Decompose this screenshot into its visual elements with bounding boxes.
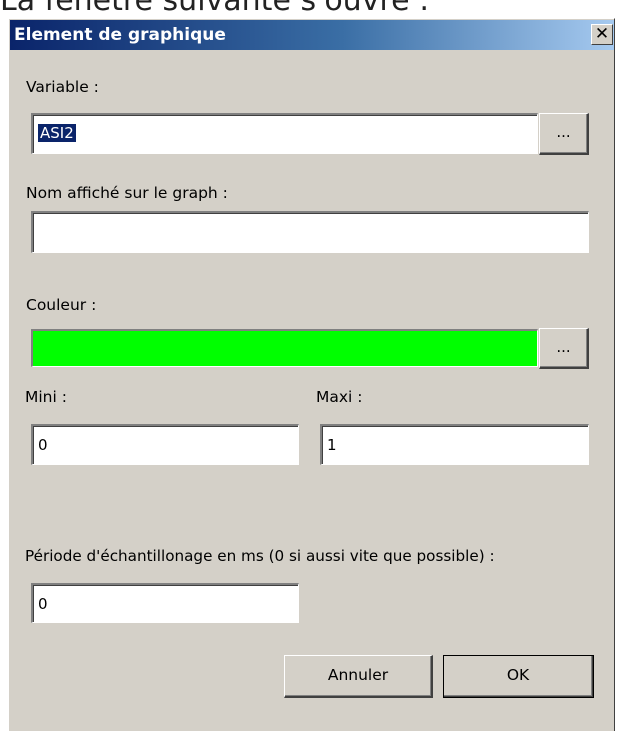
dialog-title: Element de graphique [14, 25, 226, 45]
variable-value: ASI2 [38, 124, 76, 142]
color-browse-button[interactable]: ... [539, 328, 589, 369]
sampling-value: 0 [38, 595, 48, 613]
variable-label: Variable : [26, 78, 99, 96]
maxi-value: 1 [327, 436, 337, 454]
mini-input[interactable]: 0 [31, 424, 299, 465]
sampling-label: Période d'échantillonage en ms (0 si aus… [25, 547, 495, 565]
cancel-label: Annuler [327, 666, 389, 684]
display-name-input[interactable] [31, 211, 589, 253]
cancel-button[interactable]: Annuler [284, 655, 433, 698]
maxi-label: Maxi : [316, 388, 363, 406]
page-caption: La fenêtre suivante s'ouvre : [0, 0, 623, 14]
title-bar[interactable]: Element de graphique ✕ [10, 20, 614, 50]
dialog-window: Element de graphique ✕ Variable : ASI2 .… [8, 18, 615, 731]
browse-label: ... [556, 123, 571, 141]
browse-label: ... [556, 338, 571, 356]
color-swatch[interactable] [31, 329, 538, 367]
ok-button[interactable]: OK [443, 655, 594, 698]
sampling-input[interactable]: 0 [31, 583, 299, 623]
maxi-input[interactable]: 1 [320, 424, 589, 465]
mini-label: Mini : [25, 388, 67, 406]
variable-browse-button[interactable]: ... [539, 113, 589, 155]
color-label: Couleur : [26, 296, 97, 314]
mini-value: 0 [38, 436, 48, 454]
close-button[interactable]: ✕ [591, 24, 613, 45]
close-icon: ✕ [594, 24, 610, 44]
display-name-label: Nom affiché sur le graph : [26, 184, 228, 202]
variable-input[interactable]: ASI2 [31, 113, 538, 154]
ok-label: OK [506, 666, 530, 684]
